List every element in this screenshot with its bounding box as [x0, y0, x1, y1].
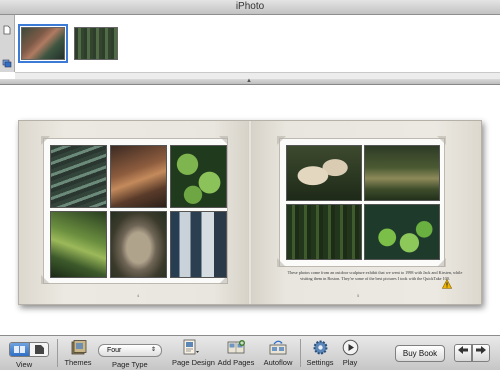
warning-icon[interactable] — [441, 276, 453, 289]
buy-book-button[interactable]: Buy Book — [395, 345, 445, 362]
browser-scrollbar[interactable] — [15, 72, 500, 79]
page-icon[interactable] — [2, 25, 12, 35]
photo-thumbnail[interactable] — [18, 24, 68, 63]
autoflow-label: Autoflow — [263, 358, 293, 367]
book-photo[interactable] — [50, 145, 107, 208]
book-photo[interactable] — [170, 211, 227, 278]
autoflow-button[interactable]: Autoflow — [260, 339, 296, 367]
play-button[interactable]: Play — [338, 339, 362, 367]
book-photo[interactable] — [110, 211, 167, 278]
book-photo[interactable] — [110, 145, 167, 208]
add-pages-label: Add Pages — [217, 358, 255, 367]
autoflow-icon — [260, 339, 296, 356]
photos-icon[interactable] — [2, 58, 12, 68]
view-segmented-control[interactable] — [9, 342, 49, 357]
book-gutter — [248, 121, 252, 304]
book-spread: 4 These photos come from an outdoor scul… — [18, 120, 482, 305]
window-title: iPhoto — [235, 1, 265, 12]
bottom-toolbar: View Themes Four ⇕ Page Type Page Design… — [0, 335, 500, 370]
play-icon — [338, 339, 362, 356]
page-type-label: Page Type — [112, 360, 148, 369]
arrow-left-icon[interactable] — [454, 344, 472, 362]
toolbar-separator — [300, 339, 301, 367]
window-title-bar: iPhoto — [0, 0, 500, 15]
add-pages-button[interactable]: Add Pages — [217, 339, 255, 367]
book-photo[interactable] — [170, 145, 227, 208]
select-arrows-icon: ⇕ — [150, 347, 156, 353]
page-design-icon — [172, 339, 210, 356]
view-two-page-icon[interactable] — [29, 343, 48, 356]
splitter-grip-icon[interactable]: ▲ — [246, 78, 252, 84]
book-caption[interactable]: These photos come from an outdoor sculpt… — [286, 270, 464, 281]
page-type-select[interactable]: Four ⇕ — [98, 344, 162, 357]
page-type-value: Four — [107, 347, 122, 354]
photo-browser — [15, 15, 500, 72]
themes-label: Themes — [64, 358, 92, 367]
book-photo[interactable] — [286, 204, 362, 260]
left-page-number: 4 — [137, 293, 140, 298]
settings-button[interactable]: Settings — [305, 339, 335, 367]
right-page-number: 5 — [357, 293, 360, 298]
page-type-label-wrap: Page Type — [112, 360, 148, 369]
photo-thumbnail[interactable] — [74, 27, 118, 60]
page-design-label: Page Design — [172, 358, 215, 367]
view-label: View — [16, 360, 33, 369]
themes-button[interactable]: Themes — [63, 339, 93, 367]
toolbar-separator — [57, 339, 58, 367]
book-photo[interactable] — [50, 211, 107, 278]
gear-icon — [305, 339, 335, 356]
book-photo[interactable] — [286, 145, 362, 201]
play-label: Play — [342, 358, 358, 367]
add-pages-icon — [217, 339, 255, 356]
book-photo[interactable] — [364, 204, 440, 260]
page-design-button[interactable]: Page Design — [172, 339, 215, 367]
book-canvas: 4 These photos come from an outdoor scul… — [0, 85, 500, 335]
themes-icon — [63, 339, 93, 356]
settings-label: Settings — [306, 358, 334, 367]
view-label-wrap: View — [16, 360, 32, 369]
book-photo[interactable] — [364, 145, 440, 201]
arrow-right-icon[interactable] — [472, 344, 490, 362]
view-single-page-icon[interactable] — [10, 343, 29, 356]
source-sidebar — [0, 15, 15, 72]
